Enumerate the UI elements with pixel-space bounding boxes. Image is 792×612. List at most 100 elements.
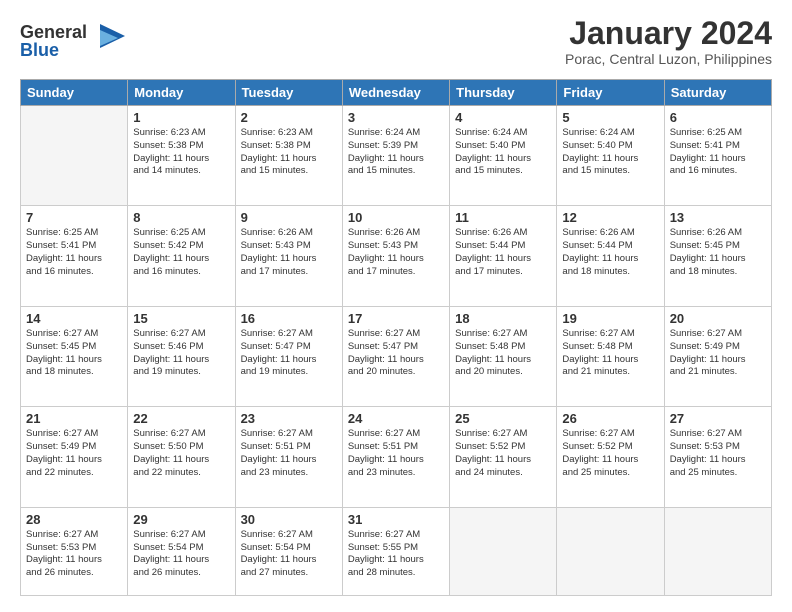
week-row-4: 21 Sunrise: 6:27 AMSunset: 5:49 PMDayligh… — [21, 407, 772, 507]
day-info: Sunrise: 6:27 AMSunset: 5:45 PMDaylight:… — [26, 328, 122, 379]
day-info: Sunrise: 6:27 AMSunset: 5:54 PMDaylight:… — [133, 529, 229, 580]
day-info: Sunrise: 6:27 AMSunset: 5:49 PMDaylight:… — [670, 328, 766, 379]
day-number: 26 — [562, 411, 658, 426]
day-cell — [557, 507, 664, 595]
day-info: Sunrise: 6:26 AMSunset: 5:44 PMDaylight:… — [455, 227, 551, 278]
day-cell: 10Sunrise: 6:26 AMSunset: 5:43 PMDayligh… — [342, 206, 449, 306]
day-cell: 29 Sunrise: 6:27 AMSunset: 5:54 PMDayligh… — [128, 507, 235, 595]
day-cell: 9Sunrise: 6:26 AMSunset: 5:43 PMDaylight… — [235, 206, 342, 306]
day-cell: 25 Sunrise: 6:27 AMSunset: 5:52 PMDayligh… — [450, 407, 557, 507]
day-number: 8 — [133, 210, 229, 225]
day-cell: 3 Sunrise: 6:24 AMSunset: 5:39 PMDaylight… — [342, 106, 449, 206]
day-number: 2 — [241, 110, 337, 125]
day-cell: 13 Sunrise: 6:26 AMSunset: 5:45 PMDayligh… — [664, 206, 771, 306]
calendar-table: SundayMondayTuesdayWednesdayThursdayFrid… — [20, 79, 772, 596]
day-cell: 23 Sunrise: 6:27 AMSunset: 5:51 PMDayligh… — [235, 407, 342, 507]
svg-text:General: General — [20, 22, 87, 42]
day-cell: 19 Sunrise: 6:27 AMSunset: 5:48 PMDayligh… — [557, 306, 664, 406]
month-title: January 2024 — [565, 16, 772, 51]
day-number: 13 — [670, 210, 766, 225]
day-info: Sunrise: 6:24 AMSunset: 5:40 PMDaylight:… — [455, 127, 551, 178]
day-number: 9 — [241, 210, 337, 225]
weekday-header-row: SundayMondayTuesdayWednesdayThursdayFrid… — [21, 80, 772, 106]
day-info: Sunrise: 6:25 AMSunset: 5:41 PMDaylight:… — [26, 227, 122, 278]
page: General Blue January 2024 Porac, Central… — [0, 0, 792, 612]
day-cell: 24Sunrise: 6:27 AMSunset: 5:51 PMDayligh… — [342, 407, 449, 507]
day-cell: 20Sunrise: 6:27 AMSunset: 5:49 PMDayligh… — [664, 306, 771, 406]
day-cell: 16 Sunrise: 6:27 AMSunset: 5:47 PMDayligh… — [235, 306, 342, 406]
day-info: Sunrise: 6:27 AMSunset: 5:48 PMDaylight:… — [562, 328, 658, 379]
day-number: 15 — [133, 311, 229, 326]
day-number: 16 — [241, 311, 337, 326]
day-number: 5 — [562, 110, 658, 125]
weekday-monday: Monday — [128, 80, 235, 106]
day-cell: 21 Sunrise: 6:27 AMSunset: 5:49 PMDayligh… — [21, 407, 128, 507]
day-number: 6 — [670, 110, 766, 125]
day-cell: 4Sunrise: 6:24 AMSunset: 5:40 PMDaylight… — [450, 106, 557, 206]
day-info: Sunrise: 6:27 AMSunset: 5:55 PMDaylight:… — [348, 529, 444, 580]
day-number: 29 — [133, 512, 229, 527]
day-info: Sunrise: 6:26 AMSunset: 5:45 PMDaylight:… — [670, 227, 766, 278]
day-cell — [664, 507, 771, 595]
day-cell: 31 Sunrise: 6:27 AMSunset: 5:55 PMDayligh… — [342, 507, 449, 595]
day-cell — [450, 507, 557, 595]
day-number: 19 — [562, 311, 658, 326]
day-info: Sunrise: 6:27 AMSunset: 5:52 PMDaylight:… — [562, 428, 658, 479]
day-cell: 30 Sunrise: 6:27 AMSunset: 5:54 PMDayligh… — [235, 507, 342, 595]
day-number: 21 — [26, 411, 122, 426]
day-number: 3 — [348, 110, 444, 125]
logo-text: General Blue — [20, 16, 130, 69]
day-info: Sunrise: 6:27 AMSunset: 5:47 PMDaylight:… — [241, 328, 337, 379]
weekday-friday: Friday — [557, 80, 664, 106]
day-info: Sunrise: 6:26 AMSunset: 5:44 PMDaylight:… — [562, 227, 658, 278]
day-cell: 11 Sunrise: 6:26 AMSunset: 5:44 PMDayligh… — [450, 206, 557, 306]
day-cell: 2 Sunrise: 6:23 AMSunset: 5:38 PMDaylight… — [235, 106, 342, 206]
weekday-wednesday: Wednesday — [342, 80, 449, 106]
day-cell: 14 Sunrise: 6:27 AMSunset: 5:45 PMDayligh… — [21, 306, 128, 406]
day-cell: 27Sunrise: 6:27 AMSunset: 5:53 PMDayligh… — [664, 407, 771, 507]
day-cell — [21, 106, 128, 206]
day-info: Sunrise: 6:27 AMSunset: 5:52 PMDaylight:… — [455, 428, 551, 479]
title-block: January 2024 Porac, Central Luzon, Phili… — [565, 16, 772, 67]
svg-text:Blue: Blue — [20, 40, 59, 60]
day-cell: 8Sunrise: 6:25 AMSunset: 5:42 PMDaylight… — [128, 206, 235, 306]
day-info: Sunrise: 6:24 AMSunset: 5:39 PMDaylight:… — [348, 127, 444, 178]
day-number: 10 — [348, 210, 444, 225]
day-info: Sunrise: 6:27 AMSunset: 5:46 PMDaylight:… — [133, 328, 229, 379]
day-info: Sunrise: 6:23 AMSunset: 5:38 PMDaylight:… — [133, 127, 229, 178]
day-info: Sunrise: 6:27 AMSunset: 5:50 PMDaylight:… — [133, 428, 229, 479]
day-number: 18 — [455, 311, 551, 326]
day-info: Sunrise: 6:25 AMSunset: 5:41 PMDaylight:… — [670, 127, 766, 178]
day-info: Sunrise: 6:27 AMSunset: 5:54 PMDaylight:… — [241, 529, 337, 580]
day-number: 30 — [241, 512, 337, 527]
weekday-sunday: Sunday — [21, 80, 128, 106]
day-number: 25 — [455, 411, 551, 426]
day-cell: 1 Sunrise: 6:23 AMSunset: 5:38 PMDaylight… — [128, 106, 235, 206]
day-cell: 18 Sunrise: 6:27 AMSunset: 5:48 PMDayligh… — [450, 306, 557, 406]
day-info: Sunrise: 6:27 AMSunset: 5:53 PMDaylight:… — [670, 428, 766, 479]
day-cell: 7 Sunrise: 6:25 AMSunset: 5:41 PMDaylight… — [21, 206, 128, 306]
day-number: 14 — [26, 311, 122, 326]
day-cell: 6 Sunrise: 6:25 AMSunset: 5:41 PMDaylight… — [664, 106, 771, 206]
day-number: 11 — [455, 210, 551, 225]
day-info: Sunrise: 6:23 AMSunset: 5:38 PMDaylight:… — [241, 127, 337, 178]
day-cell: 22 Sunrise: 6:27 AMSunset: 5:50 PMDayligh… — [128, 407, 235, 507]
weekday-thursday: Thursday — [450, 80, 557, 106]
day-cell: 28Sunrise: 6:27 AMSunset: 5:53 PMDayligh… — [21, 507, 128, 595]
day-number: 22 — [133, 411, 229, 426]
day-cell: 12 Sunrise: 6:26 AMSunset: 5:44 PMDayligh… — [557, 206, 664, 306]
day-number: 31 — [348, 512, 444, 527]
day-cell: 26 Sunrise: 6:27 AMSunset: 5:52 PMDayligh… — [557, 407, 664, 507]
day-number: 1 — [133, 110, 229, 125]
week-row-1: 1 Sunrise: 6:23 AMSunset: 5:38 PMDaylight… — [21, 106, 772, 206]
day-number: 17 — [348, 311, 444, 326]
day-info: Sunrise: 6:27 AMSunset: 5:51 PMDaylight:… — [241, 428, 337, 479]
day-number: 12 — [562, 210, 658, 225]
day-number: 7 — [26, 210, 122, 225]
day-info: Sunrise: 6:27 AMSunset: 5:49 PMDaylight:… — [26, 428, 122, 479]
day-cell: 15 Sunrise: 6:27 AMSunset: 5:46 PMDayligh… — [128, 306, 235, 406]
week-row-3: 14 Sunrise: 6:27 AMSunset: 5:45 PMDayligh… — [21, 306, 772, 406]
day-number: 28 — [26, 512, 122, 527]
day-info: Sunrise: 6:27 AMSunset: 5:48 PMDaylight:… — [455, 328, 551, 379]
day-number: 23 — [241, 411, 337, 426]
